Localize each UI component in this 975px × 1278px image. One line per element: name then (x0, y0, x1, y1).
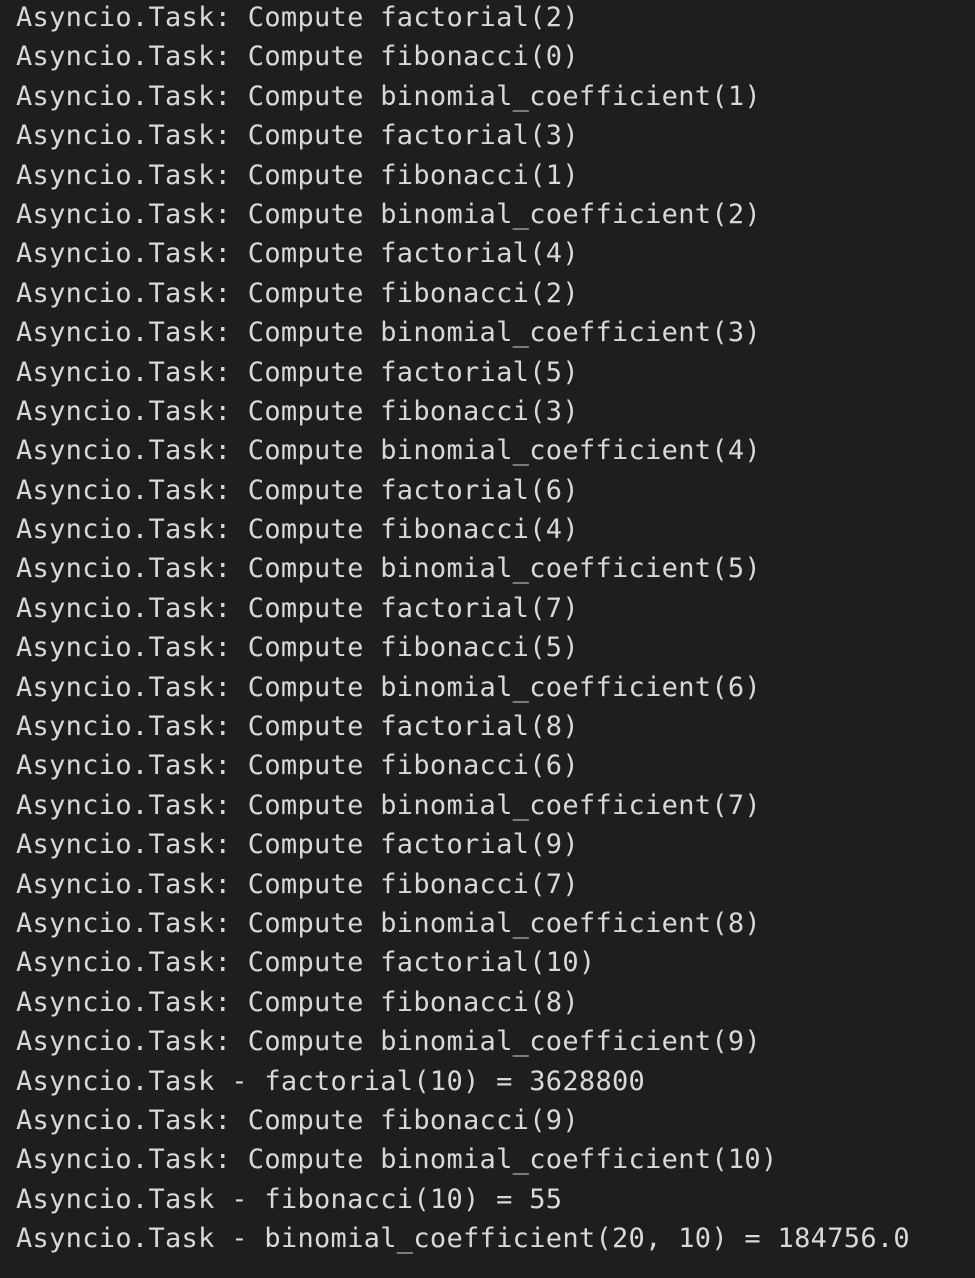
output-line: Asyncio.Task: Compute binomial_coefficie… (16, 435, 761, 467)
output-line: Asyncio.Task: Compute factorial(9) (16, 829, 579, 861)
output-line: Asyncio.Task: Compute fibonacci(5) (16, 632, 579, 664)
output-line: Asyncio.Task: Compute factorial(7) (16, 592, 579, 624)
result-line: Asyncio.Task - binomial_coefficient(20, … (16, 1223, 910, 1255)
output-line: Asyncio.Task: Compute fibonacci(3) (16, 395, 579, 427)
output-line: Asyncio.Task: Compute factorial(2) (16, 2, 579, 33)
output-line: Asyncio.Task: Compute binomial_coefficie… (16, 80, 761, 112)
output-line: Asyncio.Task: Compute fibonacci(8) (16, 986, 579, 1018)
output-line: Asyncio.Task: Compute fibonacci(7) (16, 868, 579, 900)
output-line: Asyncio.Task: Compute binomial_coefficie… (16, 317, 761, 349)
terminal-window[interactable]: Asyncio.Task: Compute factorial(2) Async… (0, 0, 975, 1278)
output-line: Asyncio.Task: Compute fibonacci(6) (16, 750, 579, 782)
output-line: Asyncio.Task: Compute factorial(4) (16, 238, 579, 270)
output-line: Asyncio.Task: Compute factorial(5) (16, 356, 579, 388)
output-line: Asyncio.Task: Compute fibonacci(1) (16, 159, 579, 191)
output-line: Asyncio.Task: Compute binomial_coefficie… (16, 1026, 761, 1058)
terminal-output: Asyncio.Task: Compute factorial(2) Async… (16, 0, 975, 1261)
output-line: Asyncio.Task: Compute factorial(10) (16, 947, 596, 979)
output-line: Asyncio.Task: Compute binomial_coefficie… (16, 907, 761, 939)
output-line: Asyncio.Task: Compute binomial_coefficie… (16, 789, 761, 821)
result-line: Asyncio.Task - fibonacci(10) = 55 (16, 1183, 563, 1215)
output-line: Asyncio.Task: Compute binomial_coefficie… (16, 198, 761, 230)
output-line: Asyncio.Task: Compute factorial(3) (16, 120, 579, 152)
output-line: Asyncio.Task: Compute binomial_coefficie… (16, 1144, 778, 1176)
output-line: Asyncio.Task: Compute factorial(6) (16, 474, 579, 506)
output-line: Asyncio.Task: Compute factorial(8) (16, 711, 579, 743)
output-line: Asyncio.Task: Compute binomial_coefficie… (16, 671, 761, 703)
result-line: Asyncio.Task - factorial(10) = 3628800 (16, 1065, 646, 1097)
output-line: Asyncio.Task: Compute fibonacci(2) (16, 277, 579, 309)
output-line: Asyncio.Task: Compute fibonacci(4) (16, 514, 579, 546)
output-line: Asyncio.Task: Compute fibonacci(0) (16, 41, 579, 73)
output-line: Asyncio.Task: Compute binomial_coefficie… (16, 553, 761, 585)
output-line: Asyncio.Task: Compute fibonacci(9) (16, 1104, 579, 1136)
